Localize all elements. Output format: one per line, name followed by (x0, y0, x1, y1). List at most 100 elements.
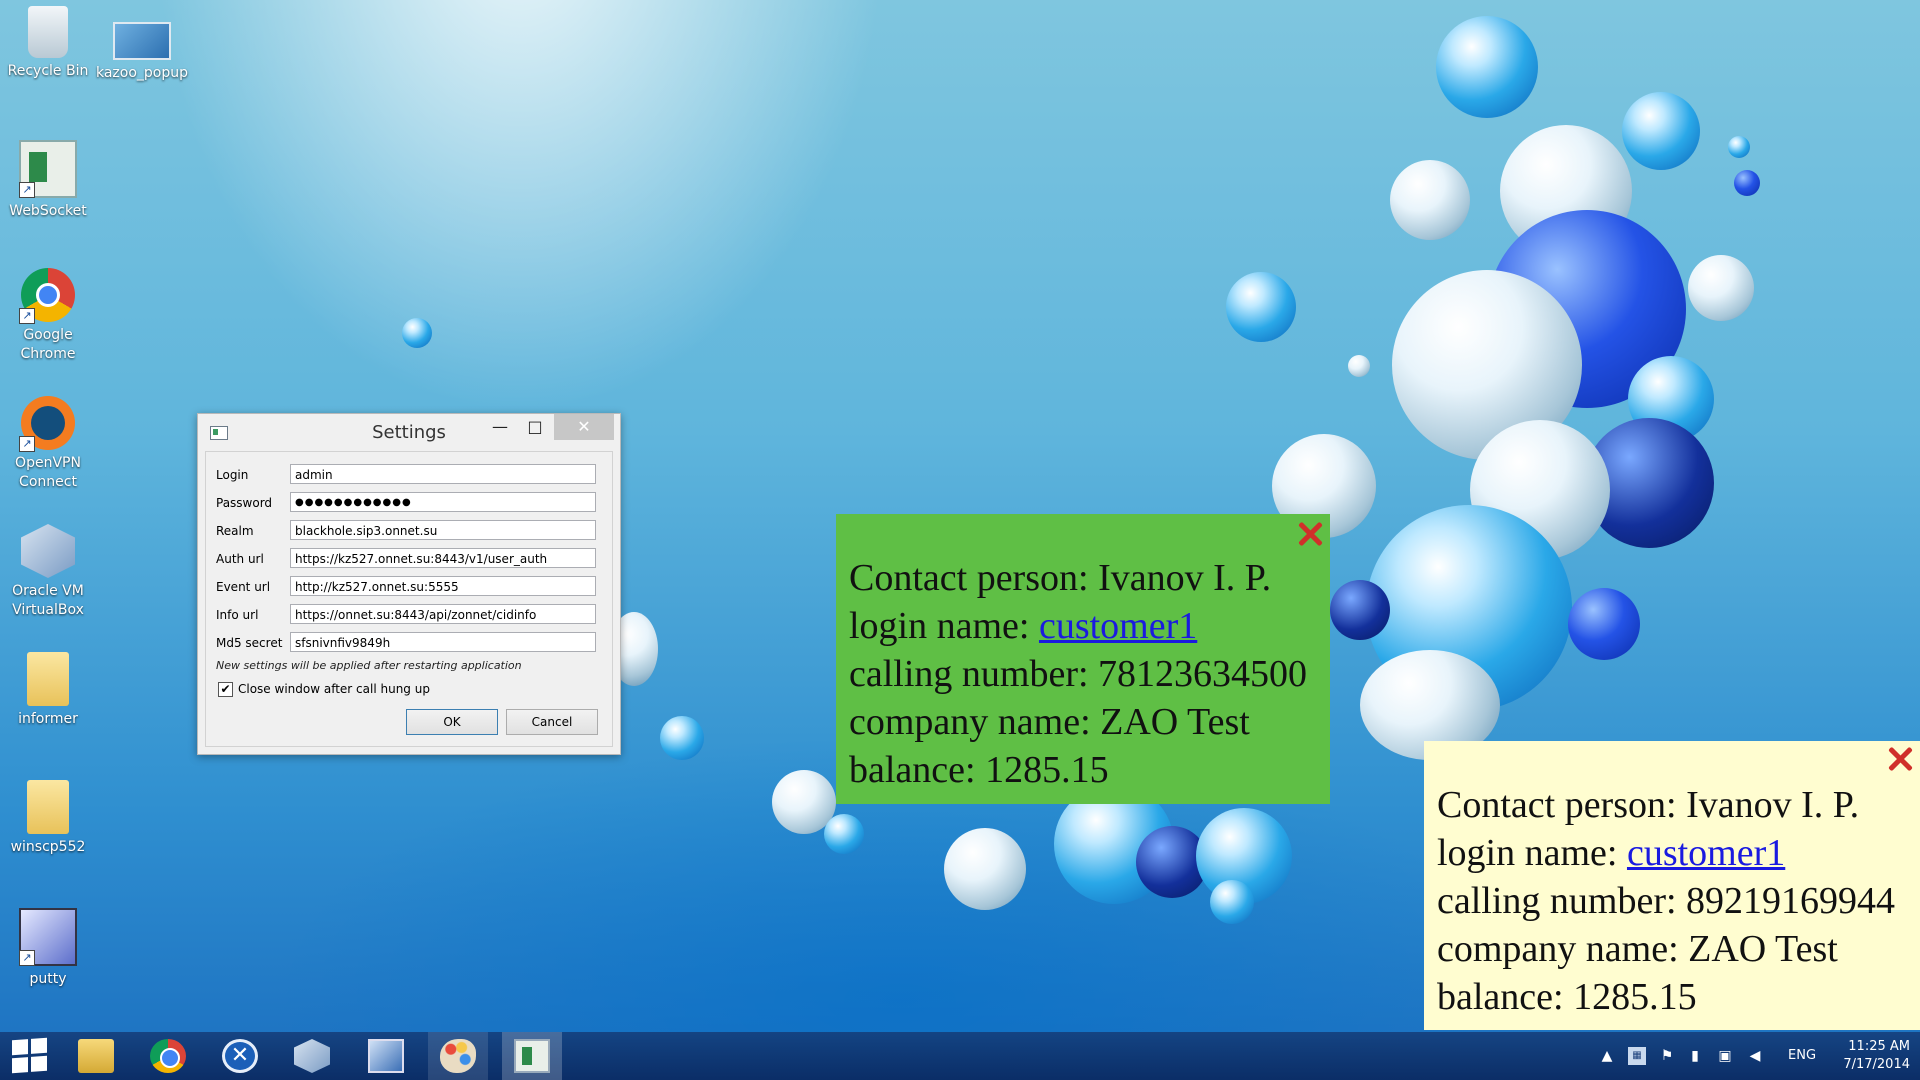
volume-icon[interactable]: ◀ (1746, 1047, 1764, 1065)
shortcut-arrow-icon: ↗ (19, 182, 35, 198)
close-button[interactable]: ✕ (554, 414, 614, 440)
wallpaper-sphere (1330, 580, 1390, 640)
shortcut-arrow-icon: ↗ (19, 950, 35, 966)
caller-info-popup: Contact person: Ivanov I. P. login name:… (836, 514, 1330, 804)
auth-url-field[interactable]: https://kz527.onnet.su:8443/v1/user_auth (290, 548, 596, 568)
calling-number-value: 78123634500 (1098, 653, 1308, 695)
realm-field[interactable]: blackhole.sip3.onnet.su (290, 520, 596, 540)
start-button[interactable] (0, 1032, 60, 1080)
wallpaper-sphere (1734, 170, 1760, 196)
desktop-icon-virtualbox[interactable]: Oracle VM VirtualBox (0, 524, 96, 620)
clock-time: 11:25 AM (1848, 1039, 1910, 1054)
caller-info-content: Contact person: Ivanov I. P. login name:… (849, 554, 1307, 794)
clock-date: 7/17/2014 (1843, 1057, 1910, 1072)
md5-secret-label: Md5 secret (216, 636, 283, 650)
login-name-link[interactable]: customer1 (1627, 832, 1785, 874)
wallpaper-sphere (1348, 355, 1370, 377)
language-indicator[interactable]: ENG (1788, 1048, 1816, 1063)
wallpaper-sphere (660, 716, 704, 760)
desktop-icon-winscp552[interactable]: winscp552 (0, 780, 96, 857)
wallpaper-sphere (1568, 588, 1640, 660)
password-label: Password (216, 496, 273, 510)
settings-form: Login admin Password ●●●●●●●●●●●● Realm … (205, 451, 613, 747)
taskbar-informer-app[interactable] (502, 1032, 562, 1080)
close-window-checkbox[interactable]: ✔ (218, 682, 233, 697)
desktop-icon-websocket[interactable]: ↗ WebSocket (0, 140, 96, 221)
desktop-icon-label: putty (29, 971, 67, 987)
ok-button[interactable]: OK (406, 709, 498, 735)
event-url-row: Event url http://kz527.onnet.su:5555 (206, 576, 612, 598)
close-icon[interactable] (1886, 745, 1914, 773)
contact-person-value: Ivanov I. P. (1098, 557, 1272, 599)
wallpaper-sphere (1390, 160, 1470, 240)
login-field[interactable]: admin (290, 464, 596, 484)
login-name-line: login name: customer1 (849, 602, 1307, 650)
minimize-button[interactable]: — (483, 414, 517, 440)
calling-number-label: calling number: (1437, 880, 1677, 922)
contact-person-label: Contact person: (1437, 784, 1677, 826)
close-icon[interactable] (1296, 520, 1324, 548)
company-name-line: company name: ZAO Test (849, 698, 1307, 746)
password-row: Password ●●●●●●●●●●●● (206, 492, 612, 514)
putty-icon: ↗ (19, 908, 77, 966)
chrome-icon: ↗ (19, 268, 75, 324)
desktop-icon-recycle-bin[interactable]: Recycle Bin (0, 6, 96, 81)
login-name-link[interactable]: customer1 (1039, 605, 1197, 647)
info-url-field[interactable]: https://onnet.su:8443/api/zonnet/cidinfo (290, 604, 596, 624)
shortcut-arrow-icon: ↗ (19, 436, 35, 452)
maximize-button[interactable]: □ (518, 414, 552, 440)
desktop-icon-putty[interactable]: ↗ putty (0, 908, 96, 989)
folder-icon (27, 652, 69, 706)
md5-secret-row: Md5 secret sfsnivnfiv9849h (206, 632, 612, 654)
desktop-icon-label: OpenVPN Connect (15, 455, 81, 490)
balance-value: 1285.15 (1573, 976, 1697, 1018)
close-window-checkbox-label[interactable]: Close window after call hung up (238, 682, 430, 696)
restart-note: New settings will be applied after resta… (216, 659, 522, 672)
realm-row: Realm blackhole.sip3.onnet.su (206, 520, 612, 542)
clock[interactable]: 11:25 AM 7/17/2014 (1830, 1038, 1910, 1074)
balance-line: balance: 1285.15 (1437, 973, 1895, 1021)
taskbar-x-app[interactable]: ✕ (210, 1032, 270, 1080)
virtualbox-icon (294, 1039, 330, 1073)
show-hidden-icons-icon[interactable]: ▲ (1598, 1047, 1616, 1065)
network-icon[interactable]: ▣ (1716, 1047, 1734, 1065)
folder-icon (27, 780, 69, 834)
taskbar-network-app[interactable] (356, 1032, 416, 1080)
virtualbox-icon (21, 524, 75, 578)
password-field[interactable]: ●●●●●●●●●●●● (290, 492, 596, 512)
wallpaper-sphere (944, 828, 1026, 910)
window-titlebar[interactable]: Settings — □ ✕ (198, 414, 620, 450)
taskbar-virtualbox[interactable] (282, 1032, 342, 1080)
start-icon (12, 1037, 48, 1075)
websocket-icon: ↗ (19, 140, 77, 198)
desktop-icon-informer[interactable]: informer (0, 652, 96, 729)
event-url-label: Event url (216, 580, 271, 594)
desktop-icon-openvpn[interactable]: ↗ OpenVPN Connect (0, 396, 96, 492)
desktop-icon-label: Oracle VM VirtualBox (12, 583, 84, 618)
wallpaper-sphere (1210, 880, 1254, 924)
desktop-icon-kazoo-popup[interactable]: kazoo_popup (94, 6, 190, 83)
company-name-label: company name: (1437, 928, 1679, 970)
event-url-field[interactable]: http://kz527.onnet.su:5555 (290, 576, 596, 596)
taskbar-paint[interactable] (428, 1032, 488, 1080)
contact-person-line: Contact person: Ivanov I. P. (849, 554, 1307, 602)
power-icon[interactable]: ▮ (1686, 1047, 1704, 1065)
desktop-icon-label: Google Chrome (20, 327, 76, 362)
md5-secret-field[interactable]: sfsnivnfiv9849h (290, 632, 596, 652)
auth-url-label: Auth url (216, 552, 264, 566)
recycle-bin-icon (28, 6, 68, 58)
login-name-label: login name: (1437, 832, 1618, 874)
desktop-icon-google-chrome[interactable]: ↗ Google Chrome (0, 268, 96, 364)
taskbar-chrome[interactable] (138, 1032, 198, 1080)
calling-number-line: calling number: 89219169944 (1437, 877, 1895, 925)
flag-alert-icon[interactable]: ⚑ (1658, 1047, 1676, 1065)
realm-label: Realm (216, 524, 254, 538)
balance-label: balance: (849, 749, 976, 791)
wallpaper-sphere (1226, 272, 1296, 342)
cancel-button[interactable]: Cancel (506, 709, 598, 735)
openvpn-icon: ↗ (19, 396, 75, 452)
network-meter-icon[interactable]: ▦ (1628, 1047, 1646, 1065)
chrome-icon (150, 1039, 186, 1073)
taskbar-file-explorer[interactable] (66, 1032, 126, 1080)
desktop-icon-label: winscp552 (10, 839, 86, 855)
